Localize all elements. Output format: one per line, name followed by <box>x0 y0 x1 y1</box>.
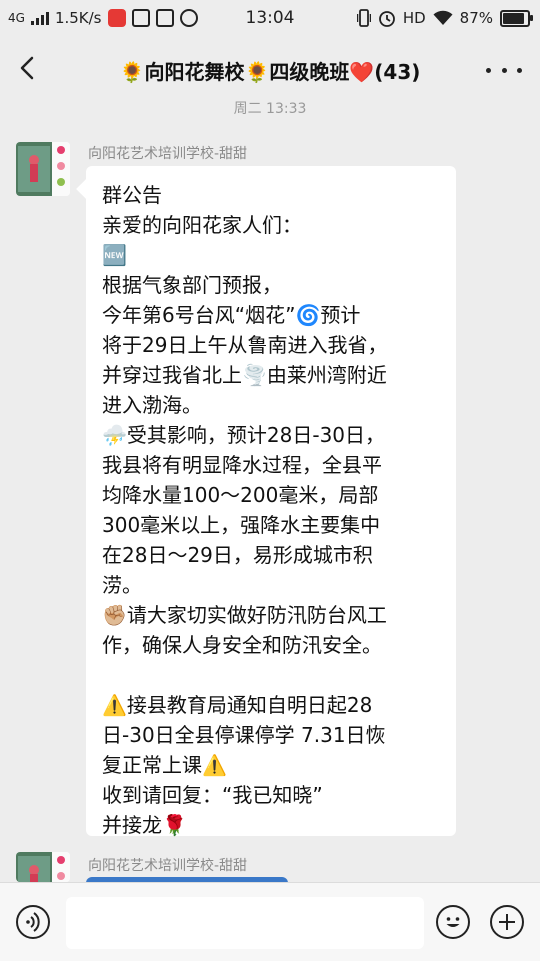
message-line: 🆕 <box>102 243 127 267</box>
message-line: 亲爱的向阳花家人们： <box>102 213 302 237</box>
voice-icon <box>26 912 40 932</box>
message-bubble[interactable]: 群公告 亲爱的向阳花家人们： 🆕 根据气象部门预报， 今年第6号台风“烟花”🌀预… <box>86 166 456 837</box>
message-line: 涝。 <box>102 573 142 597</box>
emoji-icon <box>446 917 460 927</box>
message-line: 并穿过我省北上🌪️由莱州湾附近 <box>102 363 387 387</box>
battery-icon <box>500 9 533 27</box>
sender-avatar[interactable] <box>16 142 70 196</box>
message-input[interactable] <box>66 897 424 949</box>
message-line: 进入渤海。 <box>102 393 202 417</box>
message-line: 收到请回复：“我已知晓” <box>102 783 323 807</box>
message-line: ✊🏼请大家切实做好防汛防台风工 <box>102 603 387 627</box>
message-line: ⚠️接县教育局通知自明日起28 <box>102 693 373 717</box>
message-line: 并接龙🌹 <box>102 813 187 837</box>
more-functions-button[interactable] <box>490 905 524 939</box>
chat-header: 🌻向阳花舞校🌻四级晚班❤️(43) <box>0 36 540 102</box>
sender-name: 向阳花艺术培训学校-甜甜 <box>88 146 248 162</box>
more-options-icon[interactable] <box>486 58 522 82</box>
chat-title: 🌻向阳花舞校🌻四级晚班❤️(43) <box>119 60 421 84</box>
message-line <box>102 660 440 690</box>
message-line: ⛈️受其影响，预计28日-30日， <box>102 423 386 447</box>
message-line: 根据气象部门预报， <box>102 273 282 297</box>
message-line: 300毫米以上，强降水主要集中 <box>102 513 381 537</box>
message-line: 日-30日全县停课停学 7.31日恢 <box>102 723 386 747</box>
message-line: 复正常上课⚠️ <box>102 753 227 777</box>
plus-icon <box>499 914 515 930</box>
battery-percent: 87% <box>459 9 493 27</box>
message-line: 作，确保人身安全和防汛安全。 <box>102 633 382 657</box>
hd-label: HD <box>402 9 426 27</box>
voice-input-button[interactable] <box>16 905 50 939</box>
message-line: 将于29日上午从鲁南进入我省， <box>102 333 388 357</box>
message-line: 在28日～29日，易形成城市积 <box>102 543 373 567</box>
message-line: 群公告 <box>102 183 162 207</box>
message-line: 均降水量100～200毫米，局部 <box>102 483 379 507</box>
message-line: 今年第6号台风“烟花”🌀预计 <box>102 303 361 327</box>
status-bar: 4G 1.5K/s 13:04 HD 87% <box>0 0 540 36</box>
wifi-icon <box>433 10 453 25</box>
sender-avatar[interactable] <box>16 852 70 882</box>
emoji-button[interactable] <box>436 905 470 939</box>
input-bar <box>0 882 540 961</box>
sender-name: 向阳花艺术培训学校-甜甜 <box>88 858 248 874</box>
alarm-icon <box>378 11 395 27</box>
vibrate-icon <box>356 9 371 27</box>
message-timestamp: 周二 13:33 <box>233 101 307 117</box>
message-line: 我县将有明显降水过程，全县平 <box>102 453 382 477</box>
